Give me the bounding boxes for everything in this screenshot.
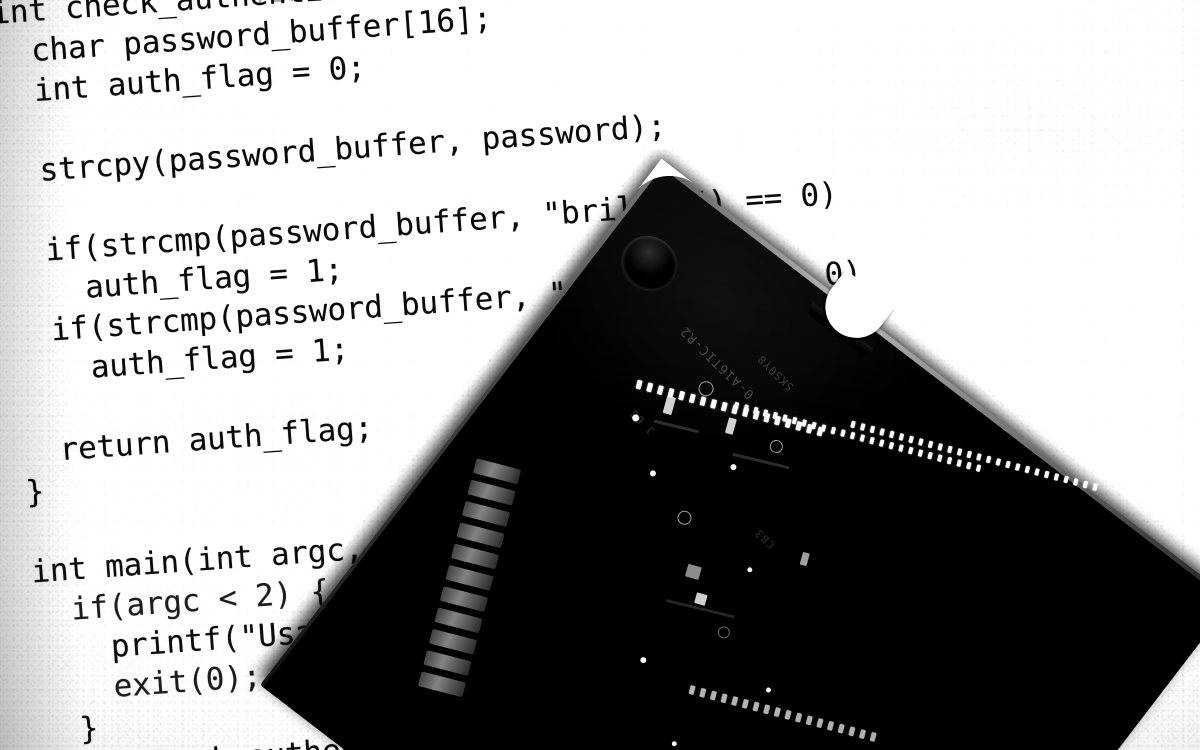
photograph: #include <string.h> int check_authentica…	[0, 0, 1200, 750]
